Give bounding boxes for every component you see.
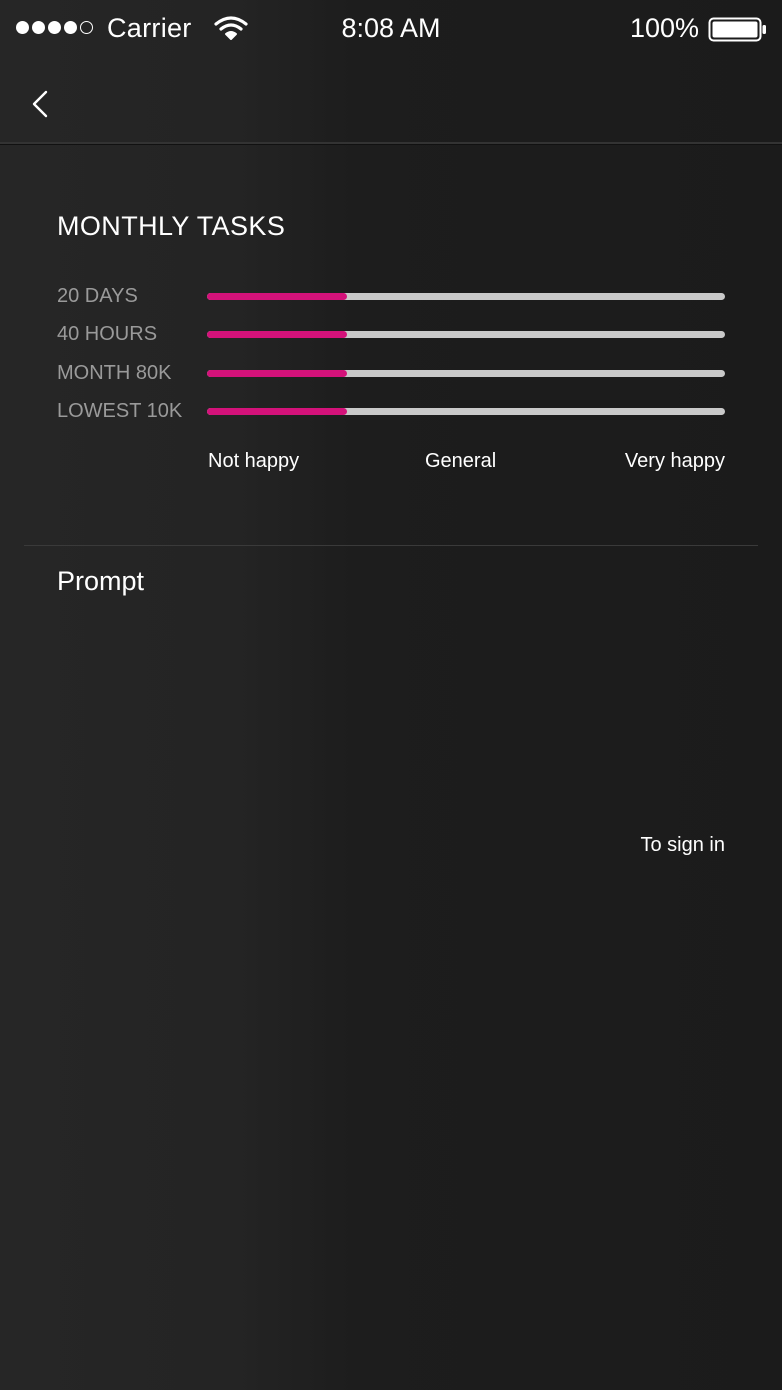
- scale-label-low: Not happy: [208, 450, 300, 472]
- sign-in-link[interactable]: To sign in: [641, 834, 726, 857]
- scale-label-mid: General: [425, 450, 497, 472]
- task-row: MONTH 80K: [57, 362, 727, 386]
- task-slider-track[interactable]: [207, 370, 725, 377]
- task-slider-track[interactable]: [207, 331, 725, 338]
- navigation-bar: [0, 60, 782, 144]
- battery-percentage: 100%: [629, 13, 699, 43]
- task-slider-fill: [207, 331, 347, 338]
- task-slider-fill: [207, 293, 347, 300]
- task-slider-fill: [207, 370, 347, 377]
- back-button[interactable]: [24, 86, 56, 122]
- task-row: 20 DAYS: [57, 285, 727, 309]
- prompt-title: Prompt: [57, 566, 145, 596]
- task-row: 40 HOURS: [57, 323, 727, 347]
- task-slider-fill: [207, 408, 347, 415]
- task-slider-track[interactable]: [207, 408, 725, 415]
- section-divider: [24, 545, 758, 546]
- monthly-tasks-title: MONTHLY TASKS: [57, 211, 286, 241]
- task-slider-track[interactable]: [207, 293, 725, 300]
- chevron-left-icon: [32, 90, 48, 118]
- task-label: 20 DAYS: [57, 285, 138, 307]
- status-bar: Carrier 8:08 AM 100%: [0, 0, 782, 60]
- task-row: LOWEST 10K: [57, 400, 727, 424]
- battery-icon: [708, 17, 768, 48]
- scale-label-high: Very happy: [624, 450, 725, 472]
- task-label: MONTH 80K: [57, 362, 172, 384]
- task-label: LOWEST 10K: [57, 400, 183, 422]
- task-label: 40 HOURS: [57, 323, 158, 345]
